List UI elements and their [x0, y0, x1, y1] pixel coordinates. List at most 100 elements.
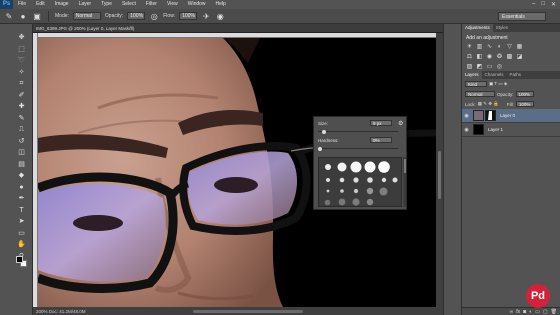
dodge-tool-icon[interactable]: ● [16, 184, 27, 193]
history-brush-tool-icon[interactable]: ↺ [16, 138, 27, 147]
gear-icon[interactable]: ⚙ [398, 120, 403, 127]
horizontal-scroll-thumb[interactable] [193, 309, 303, 313]
visibility-eye-icon[interactable]: ◉ [462, 127, 471, 133]
brush-preset[interactable] [349, 175, 362, 185]
brush-preset[interactable] [335, 175, 348, 185]
menu-help[interactable]: Help [211, 0, 231, 9]
hand-tool-icon[interactable]: ✋ [16, 241, 27, 250]
lookup-icon[interactable]: ▩ [506, 54, 513, 61]
menu-window[interactable]: Window [183, 0, 211, 9]
brush-preset[interactable] [377, 160, 390, 173]
brush-preset[interactable] [363, 197, 376, 206]
tab-channels[interactable]: Channels [482, 71, 507, 79]
levels-icon[interactable]: ▥ [476, 44, 483, 51]
path-select-tool-icon[interactable]: ➤ [16, 218, 27, 227]
airbrush-icon[interactable]: ✈ [201, 11, 211, 21]
brush-grid-scrollbar[interactable] [403, 157, 406, 207]
trash-icon[interactable]: 🗑 [551, 309, 557, 315]
menu-file[interactable]: File [13, 0, 31, 9]
curves-icon[interactable]: ∿ [486, 44, 493, 51]
size-slider-knob[interactable] [321, 129, 326, 134]
brush-preset[interactable] [321, 186, 334, 196]
pressure-size-icon[interactable]: ◉ [215, 11, 225, 21]
brush-preset[interactable] [363, 160, 376, 173]
filter-icons[interactable]: ▣ T ▭ ◈ [489, 81, 507, 87]
color-balance-icon[interactable]: ⚖ [466, 54, 473, 61]
folder-icon[interactable]: ▭ [535, 309, 540, 315]
pressure-opacity-icon[interactable]: ◎ [149, 11, 159, 21]
foreground-color-swatch[interactable] [16, 256, 23, 263]
menu-select[interactable]: Select [117, 0, 141, 9]
lock-icons[interactable]: ▦ ✎ ✥ 🔒 [478, 101, 499, 107]
brush-preset[interactable] [321, 175, 334, 185]
fill-field[interactable]: 100% [515, 101, 534, 107]
brush-preset[interactable] [389, 175, 401, 185]
brush-preset[interactable] [363, 175, 376, 185]
posterize-icon[interactable]: ▨ [466, 64, 473, 71]
eraser-tool-icon[interactable]: ◫ [16, 149, 27, 158]
flow-field[interactable]: 100% [179, 12, 198, 20]
close-icon[interactable]: × [130, 25, 133, 31]
tab-styles[interactable]: Styles [493, 24, 511, 32]
lasso-tool-icon[interactable]: ➰ [16, 57, 27, 66]
gradient-map-icon[interactable]: ▭ [486, 64, 493, 71]
layer-row[interactable]: ◉ Layer 1 [462, 123, 560, 137]
workspace-select[interactable]: Essentials [498, 12, 546, 21]
invert-icon[interactable]: ◪ [516, 54, 523, 61]
blend-mode-select[interactable]: Normal [465, 91, 495, 97]
vertical-scroll-thumb[interactable] [438, 151, 441, 199]
threshold-icon[interactable]: ◩ [476, 64, 483, 71]
minimize-icon[interactable]: – [532, 1, 535, 8]
quick-select-tool-icon[interactable]: ✧ [16, 69, 27, 78]
menu-type[interactable]: Type [96, 0, 117, 9]
brush-preset[interactable] [349, 160, 362, 173]
hardness-field[interactable]: 0% [370, 137, 392, 143]
brush-preset[interactable] [335, 197, 348, 206]
pen-tool-icon[interactable]: ✒ [16, 195, 27, 204]
brush-preset[interactable] [377, 186, 390, 196]
hardness-slider[interactable] [318, 146, 398, 151]
menu-edit[interactable]: Edit [31, 0, 50, 9]
new-layer-icon[interactable]: ▢ [543, 309, 548, 315]
kind-filter-select[interactable]: Kind [465, 81, 487, 87]
brush-preset-grid[interactable] [318, 157, 402, 207]
brush-preset[interactable] [363, 186, 376, 196]
layer-name[interactable]: Layer 1 [488, 127, 503, 132]
brush-preset[interactable] [335, 186, 348, 196]
fx-icon[interactable]: fx [516, 309, 520, 315]
brush-preset[interactable] [321, 160, 334, 173]
exposure-icon[interactable]: ◐ [496, 44, 503, 51]
layer-name[interactable]: Layer 0 [500, 113, 515, 118]
gradient-tool-icon[interactable]: ▤ [16, 161, 27, 170]
mode-select[interactable]: Normal [72, 12, 101, 20]
blur-tool-icon[interactable]: ◆ [16, 172, 27, 181]
layer-mask-thumbnail[interactable] [485, 110, 496, 121]
clone-stamp-tool-icon[interactable]: ⎍ [16, 126, 27, 135]
brush-tool-icon[interactable]: ✎ [16, 115, 27, 124]
brush-preset[interactable] [335, 160, 348, 173]
hue-icon[interactable]: ▦ [516, 44, 523, 51]
marquee-tool-icon[interactable]: ⬚ [16, 46, 27, 55]
selective-color-icon[interactable]: ◎ [496, 64, 503, 71]
hardness-slider-knob[interactable] [318, 146, 322, 151]
menu-image[interactable]: Image [50, 0, 74, 9]
mask-icon[interactable]: ◙ [523, 309, 526, 315]
maximize-icon[interactable]: □ [541, 1, 545, 8]
tab-adjustments[interactable]: Adjustments [462, 24, 493, 32]
bw-icon[interactable]: ◧ [476, 54, 483, 61]
brush-panel-icon[interactable]: ▣ [32, 11, 42, 21]
opacity-field[interactable]: 100% [127, 12, 146, 20]
size-slider[interactable] [318, 129, 398, 134]
brush-preset[interactable] [321, 197, 334, 206]
tab-paths[interactable]: Paths [507, 71, 525, 79]
move-tool-icon[interactable]: ✥ [16, 34, 27, 43]
layer-row[interactable]: ◉ Layer 0 [462, 109, 560, 123]
size-field[interactable]: 9 px [370, 120, 392, 126]
brightness-icon[interactable]: ☀ [466, 44, 473, 51]
brush-preset[interactable] [349, 186, 362, 196]
tab-layers[interactable]: Layers [462, 71, 482, 79]
vibrance-icon[interactable]: ▽ [506, 44, 513, 51]
brush-preset-icon[interactable]: ● [18, 11, 28, 21]
brush-grid-scroll-thumb[interactable] [403, 159, 406, 173]
shape-tool-icon[interactable]: ▭ [16, 230, 27, 239]
